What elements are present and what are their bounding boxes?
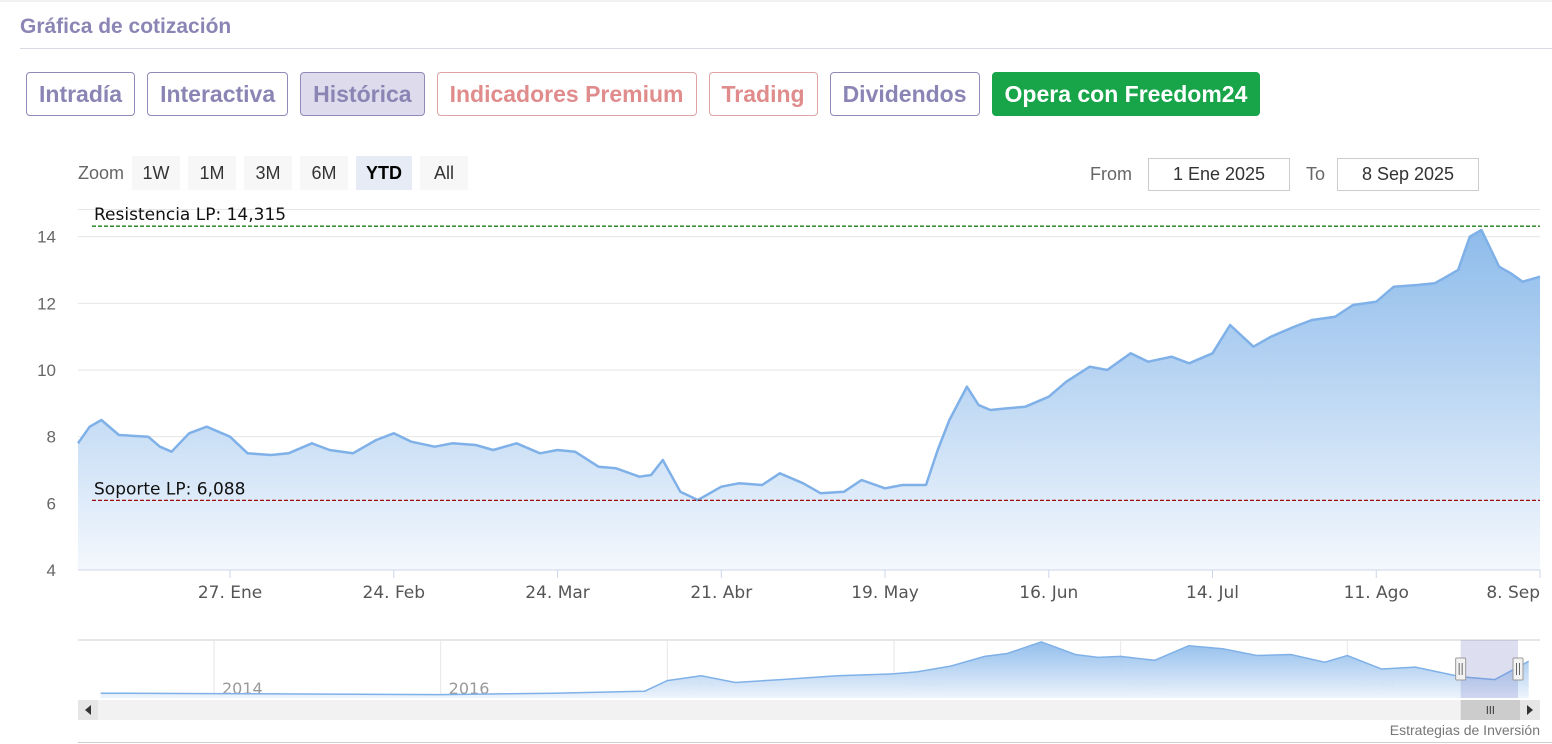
- y-tick-label: 10: [37, 361, 56, 380]
- support-label: Soporte LP: 6,088: [94, 479, 245, 499]
- y-tick-label: 4: [47, 561, 56, 580]
- x-tick-label: 27. Ene: [198, 583, 262, 603]
- scrollbar-track[interactable]: [78, 700, 1540, 720]
- y-tick-label: 12: [37, 294, 56, 313]
- navigator-selection[interactable]: [1460, 640, 1518, 698]
- navigator-left-handle[interactable]: [1455, 657, 1467, 681]
- price-chart[interactable]: 4 6 8 10 12 14 Resistencia LP: 14,315 Soporte …: [0, 0, 1552, 744]
- price-area: [78, 230, 1540, 570]
- price-series: [76, 228, 1541, 570]
- y-tick-label: 6: [47, 494, 56, 513]
- credit-text: Estrategias de Inversión: [1389, 722, 1540, 738]
- navigator[interactable]: 201420162018202020222024: [78, 639, 1540, 720]
- x-axis: 27. Ene 24. Feb 24. Mar 21. Abr 19. May 16. J…: [78, 569, 1541, 603]
- resistance-label: Resistencia LP: 14,315: [94, 205, 286, 225]
- x-tick-label: 8. Sep: [1486, 583, 1540, 603]
- navigator-area: [100, 641, 1529, 698]
- x-tick-label: 14. Jul: [1186, 583, 1239, 603]
- navigator-right-handle[interactable]: [1512, 657, 1524, 681]
- x-tick-label: 19. May: [851, 583, 919, 603]
- y-tick-label: 8: [47, 428, 56, 447]
- y-tick-label: 14: [37, 228, 56, 247]
- x-tick-label: 11. Ago: [1344, 583, 1409, 603]
- x-tick-label: 16. Jun: [1019, 583, 1078, 603]
- bottom-divider: [78, 742, 1552, 743]
- x-tick-label: 21. Abr: [690, 583, 752, 603]
- y-axis: 4 6 8 10 12 14: [37, 228, 56, 580]
- x-tick-label: 24. Feb: [363, 583, 426, 603]
- x-tick-label: 24. Mar: [525, 583, 590, 603]
